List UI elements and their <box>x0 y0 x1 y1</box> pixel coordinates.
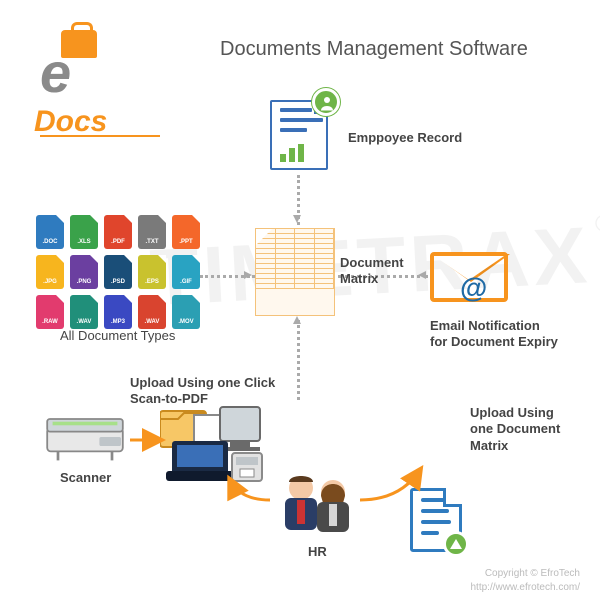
hr-people-icon <box>275 470 360 540</box>
filetype-badge: .XLS <box>70 215 98 249</box>
page-title: Documents Management Software <box>220 38 528 61</box>
briefcase-icon <box>61 30 97 58</box>
node-label-doc-types: All Document Types <box>60 328 175 344</box>
filetype-badge: .PSD <box>104 255 132 289</box>
connector <box>297 320 300 400</box>
scanner-icon <box>40 400 130 465</box>
filetype-badge: .JPG <box>36 255 64 289</box>
filetype-badge: .PPT <box>172 215 200 249</box>
upload-document-icon <box>410 488 462 552</box>
connector <box>200 275 255 278</box>
node-label-employee-record: Emppoyee Record <box>348 130 462 146</box>
filetype-badge: .WAV <box>138 295 166 329</box>
document-matrix-icon <box>255 228 335 316</box>
copyright-line: Copyright © EfroTech <box>471 567 581 581</box>
brand-suffix: Docs <box>34 105 107 138</box>
filetype-badge: .EPS <box>138 255 166 289</box>
filetype-grid: .DOC.XLS.PDF.TXT.PPT .JPG.PNG.PSD.EPS.GIF… <box>36 215 206 329</box>
node-label-scan-upload: Upload Using one Click Scan-to-PDF <box>130 375 280 408</box>
node-label-hr: HR <box>308 544 327 560</box>
filetype-badge: .MP3 <box>104 295 132 329</box>
connector <box>297 175 300 225</box>
filetype-badge: .WAV <box>70 295 98 329</box>
filetype-badge: .DOC <box>36 215 64 249</box>
filetype-badge: .MOV <box>172 295 200 329</box>
node-label-scanner: Scanner <box>60 470 111 486</box>
node-label-document-matrix: Document Matrix <box>340 255 420 288</box>
devices-icon <box>160 405 280 485</box>
filetype-badge: .TXT <box>138 215 166 249</box>
brand-logo: eDocs <box>40 30 160 137</box>
filetype-badge: .PDF <box>104 215 132 249</box>
email-icon: @ <box>430 252 510 310</box>
filetype-badge: .PNG <box>70 255 98 289</box>
filetype-badge: .RAW <box>36 295 64 329</box>
node-label-email-notify: Email Notification for Document Expiry <box>430 318 560 351</box>
copyright-url: http://www.efrotech.com/ <box>471 581 581 595</box>
node-label-matrix-upload: Upload Using one Document Matrix <box>470 405 580 454</box>
person-badge-icon <box>312 88 340 116</box>
filetype-badge: .GIF <box>172 255 200 289</box>
copyright-footer: Copyright © EfroTech http://www.efrotech… <box>471 567 581 595</box>
upload-arrow-icon <box>443 531 469 557</box>
